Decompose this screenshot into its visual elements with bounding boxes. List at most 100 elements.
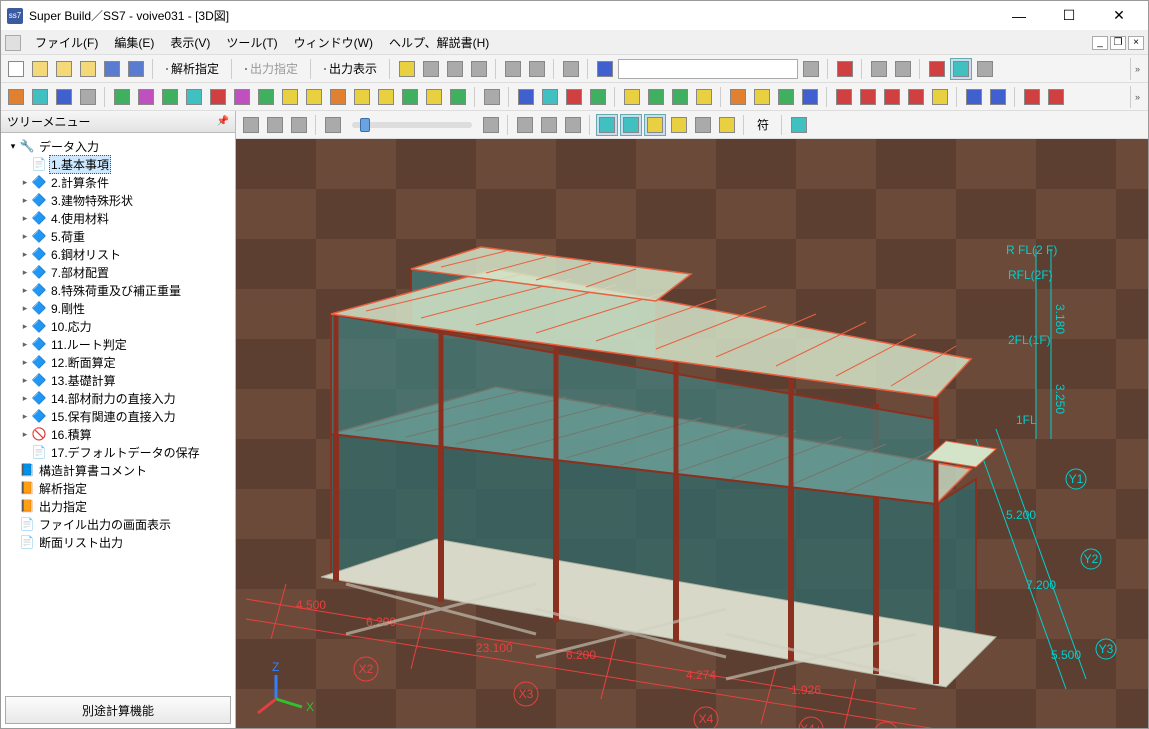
vtb-filter[interactable] <box>788 114 810 136</box>
close-button[interactable]: ✕ <box>1096 2 1142 30</box>
vtb-l5[interactable] <box>692 114 714 136</box>
zoom-slider[interactable] <box>352 122 472 128</box>
tb2-8[interactable] <box>183 86 205 108</box>
tb2-36[interactable] <box>905 86 927 108</box>
vtb-crop[interactable] <box>288 114 310 136</box>
menu-help[interactable]: ヘルプ、解説書(H) <box>383 32 495 53</box>
tb2-18[interactable] <box>423 86 445 108</box>
tb1-btn-a[interactable] <box>396 58 418 80</box>
grid2-button[interactable] <box>892 58 914 80</box>
tb2-34[interactable] <box>857 86 879 108</box>
tb2-5[interactable] <box>111 86 133 108</box>
tree-item-12[interactable]: ▸🔷12.断面算定 <box>3 353 233 371</box>
extra-calc-button[interactable]: 別途計算機能 <box>5 696 231 724</box>
vtb-l6[interactable] <box>716 114 738 136</box>
tb2-6[interactable] <box>135 86 157 108</box>
pin-icon[interactable]: 📌 <box>217 116 229 127</box>
output-view-button[interactable]: 出力表示 <box>317 58 384 80</box>
tree-item-14[interactable]: ▸🔷14.部材耐力の直接入力 <box>3 389 233 407</box>
tb2-29[interactable] <box>727 86 749 108</box>
tb2-40[interactable] <box>1021 86 1043 108</box>
tree-item-10[interactable]: ▸🔷10.応力 <box>3 317 233 335</box>
tree-extra-3[interactable]: 📙出力指定 <box>3 497 233 515</box>
minimize-button[interactable]: — <box>996 2 1042 30</box>
preview-button[interactable] <box>526 58 548 80</box>
tree-extra-5[interactable]: 📄断面リスト出力 <box>3 533 233 551</box>
analysis-spec-button[interactable]: 解析指定 <box>159 58 226 80</box>
vtb-l4[interactable] <box>668 114 690 136</box>
grid3-button[interactable] <box>926 58 948 80</box>
redo-button[interactable] <box>800 58 822 80</box>
tree-item-11[interactable]: ▸🔷11.ルート判定 <box>3 335 233 353</box>
vtb-rotate[interactable] <box>264 114 286 136</box>
tb2-35[interactable] <box>881 86 903 108</box>
tb2-16[interactable] <box>375 86 397 108</box>
tb2-25[interactable] <box>621 86 643 108</box>
tb2-9[interactable] <box>207 86 229 108</box>
vtb-l1[interactable] <box>596 114 618 136</box>
tb2-4[interactable] <box>77 86 99 108</box>
vtb-sym[interactable]: 符 <box>750 114 776 136</box>
vtb-zoom[interactable] <box>322 114 344 136</box>
tb2-17[interactable] <box>399 86 421 108</box>
output-spec-button[interactable]: 出力指定 <box>238 58 305 80</box>
saveas-button[interactable] <box>125 58 147 80</box>
tree-item-13[interactable]: ▸🔷13.基礎計算 <box>3 371 233 389</box>
tb1-btn-d[interactable] <box>468 58 490 80</box>
tb2-1[interactable] <box>5 86 27 108</box>
open2-button[interactable] <box>53 58 75 80</box>
tb2-21[interactable] <box>515 86 537 108</box>
tb1-btn-b[interactable] <box>420 58 442 80</box>
tb2-37[interactable] <box>929 86 951 108</box>
tree-item-1[interactable]: 📄1.基本事項 <box>3 155 233 173</box>
tb2-27[interactable] <box>669 86 691 108</box>
delete-button[interactable] <box>834 58 856 80</box>
grid4-button[interactable] <box>950 58 972 80</box>
tb2-13[interactable] <box>303 86 325 108</box>
new-button[interactable] <box>5 58 27 80</box>
open-button[interactable] <box>29 58 51 80</box>
tb1-btn-c[interactable] <box>444 58 466 80</box>
tb2-10[interactable] <box>231 86 253 108</box>
open3-button[interactable] <box>77 58 99 80</box>
vtb-pan[interactable] <box>240 114 262 136</box>
tb2-28[interactable] <box>693 86 715 108</box>
mdi-close-button[interactable]: × <box>1128 36 1144 50</box>
tb2-23[interactable] <box>563 86 585 108</box>
menu-tool[interactable]: ツール(T) <box>220 32 283 53</box>
mdi-restore-button[interactable]: ❐ <box>1110 36 1126 50</box>
undo-button[interactable] <box>594 58 616 80</box>
tb2-2[interactable] <box>29 86 51 108</box>
tb2-32[interactable] <box>799 86 821 108</box>
tb2-39[interactable] <box>987 86 1009 108</box>
tree-item-7[interactable]: ▸🔷7.部材配置 <box>3 263 233 281</box>
canvas-3d[interactable]: 4.500 6.200 23.100 6.200 4.274 1.926 X2 … <box>236 139 1148 728</box>
tree-item-3[interactable]: ▸🔷3.建物特殊形状 <box>3 191 233 209</box>
print-button[interactable] <box>502 58 524 80</box>
tree-item-6[interactable]: ▸🔷6.鋼材リスト <box>3 245 233 263</box>
tb2-3[interactable] <box>53 86 75 108</box>
tree-item-9[interactable]: ▸🔷9.剛性 <box>3 299 233 317</box>
vtb-l2[interactable] <box>620 114 642 136</box>
tree-item-2[interactable]: ▸🔷2.計算条件 <box>3 173 233 191</box>
menu-view[interactable]: 表示(V) <box>164 32 216 53</box>
toolbar2-overflow[interactable]: » <box>1130 86 1144 108</box>
grid1-button[interactable] <box>868 58 890 80</box>
tree-extra-4[interactable]: 📄ファイル出力の画面表示 <box>3 515 233 533</box>
menu-file[interactable]: ファイル(F) <box>29 32 104 53</box>
vtb-zoomfit[interactable] <box>480 114 502 136</box>
calc-button[interactable] <box>560 58 582 80</box>
tb2-33[interactable] <box>833 86 855 108</box>
tree-extra-2[interactable]: 📙解析指定 <box>3 479 233 497</box>
tb2-24[interactable] <box>587 86 609 108</box>
vtb-m1[interactable] <box>514 114 536 136</box>
tb2-12[interactable] <box>279 86 301 108</box>
tree-item-16[interactable]: ▸🚫16.積算 <box>3 425 233 443</box>
tree-view[interactable]: ▾🔧データ入力 📄1.基本事項 ▸🔷2.計算条件 ▸🔷3.建物特殊形状 ▸🔷4.… <box>1 133 235 692</box>
grid5-button[interactable] <box>974 58 996 80</box>
menu-window[interactable]: ウィンドウ(W) <box>288 32 379 53</box>
tree-item-17[interactable]: 📄17.デフォルトデータの保存 <box>3 443 233 461</box>
mdi-minimize-button[interactable]: _ <box>1092 36 1108 50</box>
history-dropdown[interactable] <box>618 59 798 79</box>
tree-item-15[interactable]: ▸🔷15.保有関連の直接入力 <box>3 407 233 425</box>
